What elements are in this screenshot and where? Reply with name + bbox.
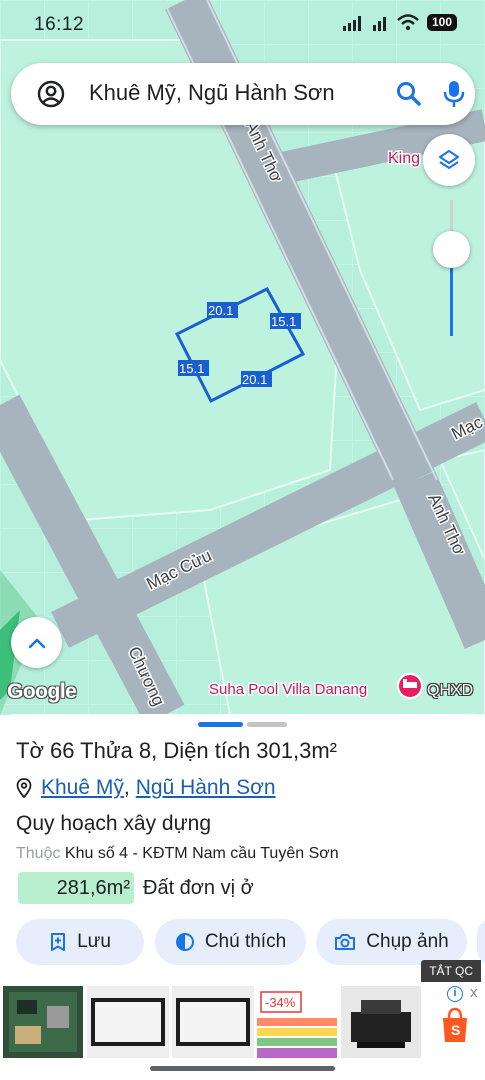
overlay-label: QHXD bbox=[427, 682, 474, 699]
signal-icon bbox=[343, 15, 361, 31]
home-indicator[interactable] bbox=[150, 1066, 335, 1071]
land-type: Đất đơn vị ở bbox=[143, 876, 254, 899]
district-link[interactable]: Ngũ Hành Sơn bbox=[136, 776, 276, 800]
parcel-title: Tờ 66 Thửa 8, Diện tích 301,3m² bbox=[16, 738, 338, 763]
layers-icon bbox=[439, 150, 459, 169]
legend-button[interactable]: Chú thích bbox=[155, 919, 306, 965]
mic-icon[interactable] bbox=[441, 79, 467, 109]
status-icons: 100 bbox=[343, 14, 457, 31]
close-icon[interactable]: x bbox=[470, 984, 478, 1001]
legend-icon bbox=[175, 933, 194, 951]
camera-icon bbox=[335, 934, 356, 950]
ad-product-printer[interactable] bbox=[341, 986, 421, 1058]
save-button[interactable]: Lưu bbox=[16, 919, 144, 965]
parcel-edge-label-right: 15.1 bbox=[271, 314, 296, 329]
save-label: Lưu bbox=[77, 931, 111, 952]
legend-label: Chú thích bbox=[204, 931, 287, 952]
wifi-icon bbox=[397, 14, 419, 31]
ad-product-circuit-board[interactable] bbox=[3, 986, 83, 1058]
svg-text:S: S bbox=[451, 1022, 460, 1038]
map-view[interactable]: Anh Thơ Anh Thơ Mạc Cửu Mạc Chương King … bbox=[0, 0, 485, 715]
zone-value: Khu số 4 - KĐTM Nam cầu Tuyên Sơn bbox=[64, 845, 339, 862]
ad-discount: -34% bbox=[265, 995, 296, 1010]
location-separator: , bbox=[123, 776, 130, 799]
status-time: 16:12 bbox=[34, 14, 85, 35]
info-icon[interactable]: i bbox=[447, 986, 463, 1002]
expand-button[interactable] bbox=[11, 617, 62, 668]
ad-banner[interactable]: TẮT QC -34% i x S bbox=[0, 960, 485, 1080]
chevron-up-icon bbox=[28, 638, 45, 648]
zone-label: Thuộc bbox=[16, 845, 61, 862]
parcel-info-sheet[interactable]: Tờ 66 Thửa 8, Diện tích 301,3m² Khuê Mỹ … bbox=[0, 714, 485, 982]
search-bar[interactable]: Khuê Mỹ, Ngũ Hành Sơn bbox=[11, 63, 475, 125]
poi-label-king[interactable]: King bbox=[387, 149, 422, 169]
zone-info: Thuộc Khu số 4 - KĐTM Nam cầu Tuyên Sơn bbox=[16, 845, 339, 863]
parcel-edge-label-left: 15.1 bbox=[179, 361, 204, 376]
land-use-row: 281,6m² Đất đơn vị ở bbox=[18, 872, 254, 904]
more-actions-button[interactable] bbox=[477, 919, 485, 965]
area-chip: 281,6m² bbox=[18, 872, 134, 904]
battery-indicator: 100 bbox=[427, 14, 457, 31]
plan-heading: Quy hoạch xây dựng bbox=[16, 812, 212, 835]
capture-label: Chụp ảnh bbox=[366, 931, 449, 952]
status-bar: 16:12 100 bbox=[0, 0, 485, 48]
location-pin-icon bbox=[16, 778, 32, 798]
search-query[interactable]: Khuê Mỹ, Ngũ Hành Sơn bbox=[89, 80, 335, 106]
opacity-slider-thumb[interactable] bbox=[433, 231, 470, 268]
ad-product-swatches[interactable]: -34% bbox=[257, 986, 337, 1058]
ad-product-screen-2[interactable] bbox=[172, 986, 254, 1058]
action-buttons: Lưu Chú thích Chụp ảnh bbox=[16, 919, 485, 965]
capture-button[interactable]: Chụp ảnh bbox=[316, 919, 467, 965]
parcel-location: Khuê Mỹ , Ngũ Hành Sơn bbox=[16, 776, 276, 800]
hotel-icon bbox=[397, 673, 423, 699]
bookmark-add-icon bbox=[51, 933, 66, 951]
ward-link[interactable]: Khuê Mỹ bbox=[41, 776, 124, 800]
account-circle-icon[interactable] bbox=[37, 80, 65, 108]
google-logo: Google bbox=[7, 680, 77, 703]
sheet-page-indicator[interactable] bbox=[247, 722, 287, 727]
ad-product-screen-1[interactable] bbox=[87, 986, 169, 1058]
parcel-edge-label-bottom: 20.1 bbox=[242, 372, 267, 387]
search-icon[interactable] bbox=[395, 80, 423, 108]
ad-close-tag[interactable]: TẮT QC bbox=[421, 960, 481, 982]
poi-label: Suha Pool Villa Danang bbox=[209, 681, 367, 698]
shopping-bag-icon[interactable]: S bbox=[440, 1006, 470, 1044]
opacity-slider-track[interactable] bbox=[450, 200, 453, 336]
parcel-edge-label-top: 20.1 bbox=[208, 303, 233, 318]
signal-secondary-icon bbox=[373, 16, 386, 31]
layers-button[interactable] bbox=[423, 134, 475, 186]
sheet-page-indicator-active[interactable] bbox=[198, 722, 243, 727]
